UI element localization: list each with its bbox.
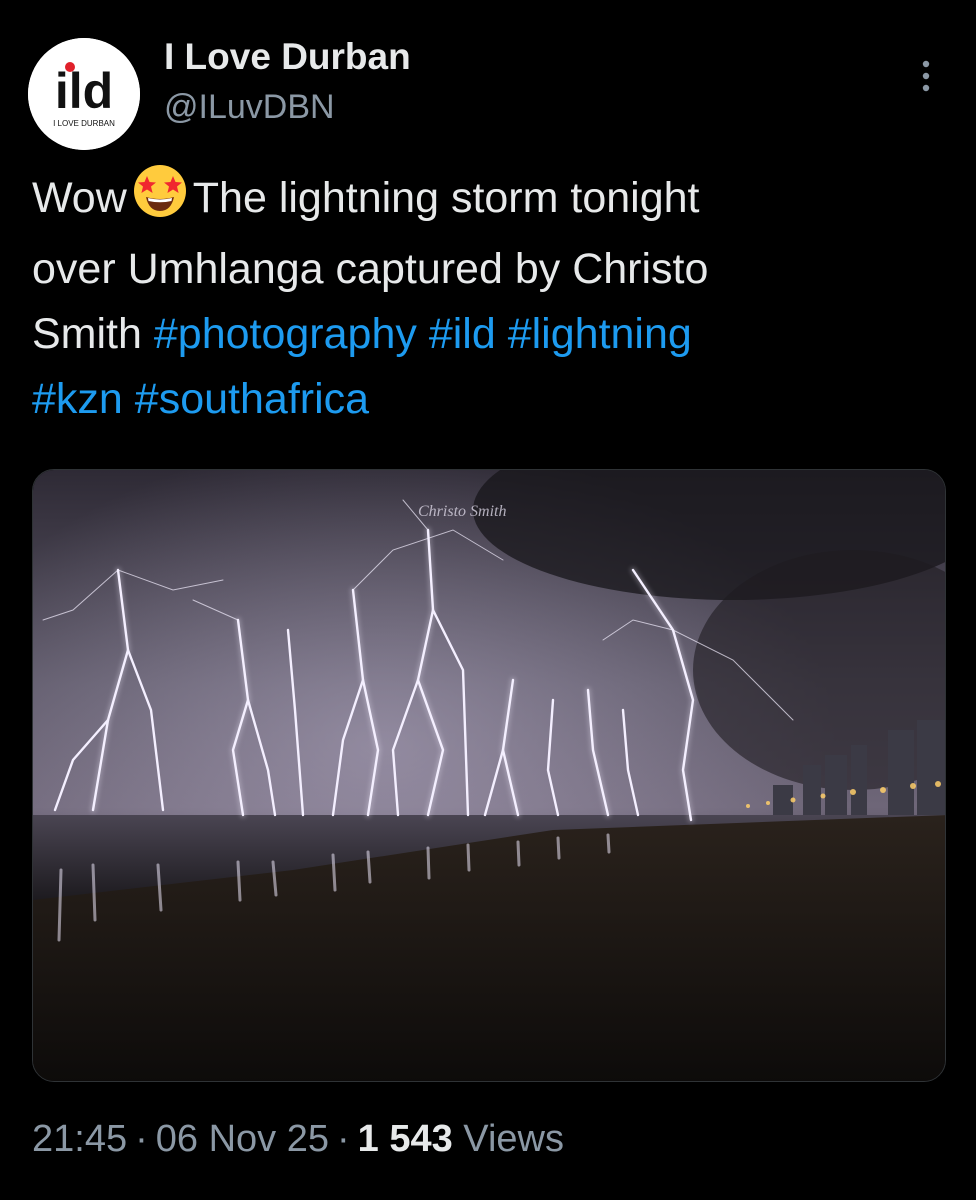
star-struck-emoji-icon [133, 164, 187, 237]
hashtag-lightning[interactable]: #lightning [508, 310, 692, 358]
tweet-media-image[interactable]: Christo Smith [32, 469, 946, 1082]
meta-separator: · [135, 1118, 148, 1160]
tweet-line-1: Wow The lightning storm tonight [32, 164, 932, 237]
tweet-text-wow: Wow [32, 174, 127, 222]
views-count: 1 543 [357, 1118, 453, 1160]
photo-watermark: Christo Smith [418, 503, 506, 520]
ild-logo-icon: ild I LOVE DURBAN [28, 38, 140, 150]
avatar-logo-text: ild [55, 63, 113, 119]
tweet-date[interactable]: 06 Nov 25 [156, 1118, 329, 1160]
avatar-sub-text: I LOVE DURBAN [53, 119, 115, 128]
tweet-text-smith: Smith [32, 310, 142, 358]
meta-separator: · [336, 1118, 350, 1160]
tweet-time[interactable]: 21:45 [32, 1118, 127, 1160]
tweet-meta: 21:45 · 06 Nov 25 · 1 543 Views [32, 1118, 564, 1161]
lightning-photo: Christo Smith [33, 470, 945, 1081]
display-name[interactable]: I Love Durban [164, 36, 411, 78]
hashtag-kzn[interactable]: #kzn [32, 375, 123, 423]
views-label: Views [463, 1118, 564, 1160]
hashtag-ild[interactable]: #ild [429, 310, 496, 358]
tweet-text-line1: The lightning storm tonight [192, 174, 700, 222]
tweet-line-3: Smith #photography #ild #lightning [32, 302, 932, 367]
tweet-text: Wow The lightning storm tonight over Umh… [32, 164, 932, 432]
hashtag-southafrica[interactable]: #southafrica [135, 375, 369, 423]
hashtag-photography[interactable]: #photography [154, 310, 417, 358]
tweet-line-2: over Umhlanga captured by Christo [32, 245, 709, 293]
avatar[interactable]: ild I LOVE DURBAN [28, 38, 140, 150]
user-handle[interactable]: @ILuvDBN [164, 88, 335, 127]
tweet-line-4: #kzn #southafrica [32, 367, 932, 432]
more-options-button[interactable] [908, 54, 944, 98]
more-vertical-icon [922, 60, 930, 92]
